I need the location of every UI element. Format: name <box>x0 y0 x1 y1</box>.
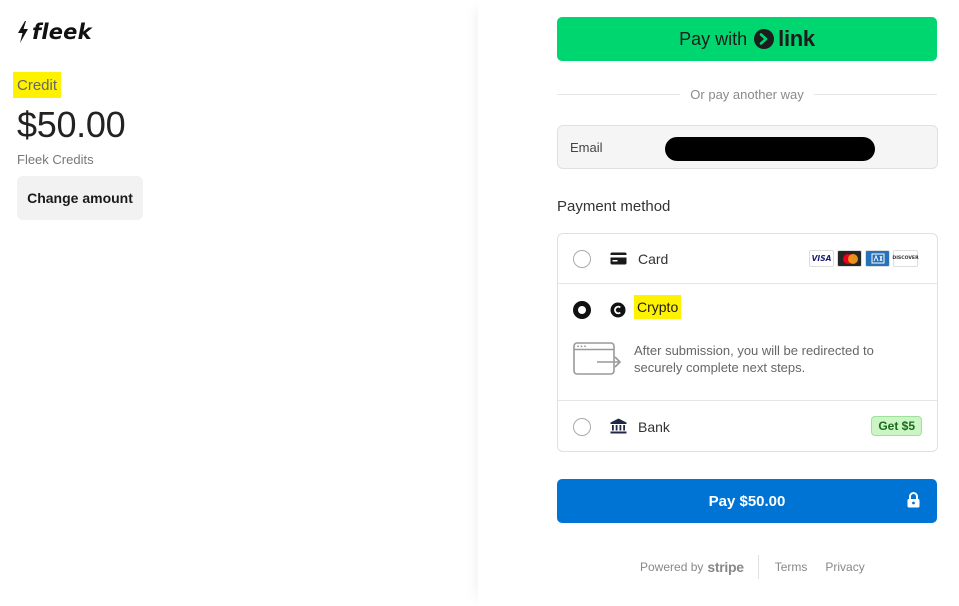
powered-by-text: Powered by <box>640 560 704 574</box>
product-name: Credit <box>13 72 62 98</box>
crypto-coin-icon <box>609 301 627 319</box>
crypto-radio[interactable] <box>573 301 591 319</box>
lock-icon <box>907 492 920 512</box>
card-radio[interactable] <box>573 250 591 268</box>
privacy-link[interactable]: Privacy <box>825 560 864 574</box>
bank-icon <box>609 417 627 435</box>
payment-option-crypto[interactable]: Crypto After submission, you will be red… <box>558 284 937 401</box>
link-arrow-icon <box>754 29 775 49</box>
product-description: Fleek Credits <box>17 152 94 167</box>
card-brands: VISA DISCOVER <box>809 250 919 267</box>
or-divider: Or pay another way <box>557 85 938 103</box>
link-brand-text: link <box>778 26 815 51</box>
link-button-prefix: Pay with <box>679 28 748 49</box>
pay-button[interactable]: Pay $50.00 <box>557 479 937 523</box>
lightning-bolt-icon <box>18 21 28 43</box>
payment-option-bank[interactable]: Bank Get $5 <box>558 401 937 453</box>
bank-promo-badge: Get $5 <box>871 416 922 436</box>
pay-button-label: Pay $50.00 <box>708 492 786 510</box>
payment-option-card[interactable]: Card VISA DISCOVER <box>558 234 937 284</box>
product-price: $50.00 <box>17 104 126 145</box>
amex-icon <box>865 250 890 267</box>
divider-text: Or pay another way <box>690 86 804 102</box>
email-value-redacted <box>665 137 875 161</box>
order-summary-panel: fleek Credit $50.00 Fleek Credits Change… <box>0 0 478 606</box>
footer: Powered by stripe Terms Privacy <box>640 555 865 579</box>
divider-line <box>813 93 938 95</box>
stripe-logo: stripe <box>707 559 744 575</box>
visa-icon: VISA <box>809 250 834 267</box>
mastercard-icon <box>837 250 862 267</box>
email-label: Email <box>570 140 603 155</box>
payment-method-title: Payment method <box>557 198 671 215</box>
terms-link[interactable]: Terms <box>775 560 808 574</box>
payment-panel: Pay with link Or pay another way Email P… <box>478 0 959 606</box>
card-icon <box>609 249 627 267</box>
card-label: Card <box>638 251 669 267</box>
merchant-logo[interactable]: fleek <box>17 20 92 44</box>
email-field[interactable]: Email <box>557 125 938 169</box>
bank-label: Bank <box>638 419 670 435</box>
crypto-redirect-info: After submission, you will be redirected… <box>634 343 874 375</box>
merchant-name: fleek <box>32 20 92 44</box>
crypto-label: Crypto <box>634 295 682 319</box>
discover-icon: DISCOVER <box>892 250 919 267</box>
pay-with-link-button[interactable]: Pay with link <box>557 17 937 61</box>
change-amount-button[interactable]: Change amount <box>17 176 143 220</box>
payment-method-list: Card VISA DISCOVER Crypto After submissi… <box>557 233 938 452</box>
redirect-window-icon <box>573 342 623 381</box>
divider-line <box>557 93 681 95</box>
powered-by-stripe[interactable]: Powered by stripe <box>640 555 759 579</box>
bank-radio[interactable] <box>573 418 591 436</box>
